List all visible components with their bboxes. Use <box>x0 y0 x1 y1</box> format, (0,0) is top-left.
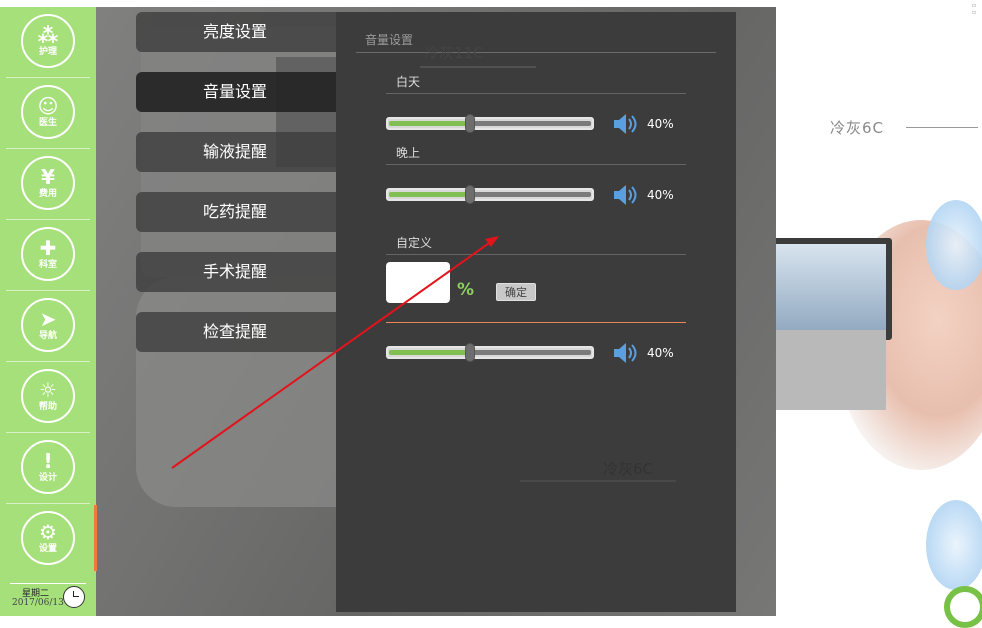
menu-item-brightness[interactable]: 亮度设置 <box>136 12 346 52</box>
sidebar-item-help[interactable]: ☼ 帮助 <box>0 364 96 435</box>
sidebar-item-label: 设置 <box>38 543 57 554</box>
nursing-icon: ⁂ 护理 <box>21 14 75 68</box>
sidebar-item-label: 帮助 <box>38 401 57 412</box>
sidebar-item-department[interactable]: ✚ 科室 <box>0 222 96 293</box>
slider-thumb[interactable] <box>465 185 475 204</box>
shield-icon: ! 设计 <box>21 440 75 494</box>
sidebar-divider <box>6 148 90 149</box>
night-volume-percent: 40% <box>647 188 674 202</box>
section-divider <box>386 254 686 255</box>
custom-volume-slider[interactable] <box>386 343 594 362</box>
menu-item-surgery-reminder[interactable]: 手术提醒 <box>136 252 346 292</box>
sidebar-item-label: 科室 <box>38 259 57 270</box>
slider-track <box>470 192 591 197</box>
ring-decoration <box>944 586 982 628</box>
section-divider <box>386 164 686 165</box>
slider-thumb[interactable] <box>465 114 475 133</box>
clock-icon <box>63 586 85 608</box>
sidebar-item-fees[interactable]: ¥ 费用 <box>0 151 96 222</box>
annotation-line-right <box>906 127 978 128</box>
day-volume-slider[interactable] <box>386 114 594 133</box>
annotation-label-right: 冷灰6C <box>830 119 885 137</box>
navigation-icon: ➤ 导航 <box>21 298 75 352</box>
bubble-decoration <box>926 500 982 590</box>
custom-percent-sign: % <box>457 280 475 300</box>
custom-volume-label: 自定义 <box>396 236 433 250</box>
menu-item-infusion-reminder[interactable]: 输液提醒 <box>136 132 346 172</box>
night-volume-slider[interactable] <box>386 185 594 204</box>
slider-thumb[interactable] <box>465 343 475 362</box>
annotation-label-11c: 冷灰11C <box>424 44 484 62</box>
sidebar-item-navigation[interactable]: ➤ 导航 <box>0 293 96 364</box>
panel-title-divider <box>356 52 716 53</box>
speaker-icon[interactable] <box>612 342 638 364</box>
active-indicator <box>94 505 97 571</box>
sidebar-divider <box>6 432 90 433</box>
sidebar-item-settings[interactable]: ⚙ 设置 <box>0 506 96 577</box>
sidebar-item-nursing[interactable]: ⁂ 护理 <box>0 9 96 80</box>
menu-item-volume[interactable]: 音量设置 <box>136 72 346 112</box>
slider-fill <box>389 192 470 197</box>
panel-title: 音量设置 <box>365 33 414 47</box>
slider-fill <box>389 350 470 355</box>
sidebar-divider <box>6 503 90 504</box>
menu-item-medicine-reminder[interactable]: 吃药提醒 <box>136 192 346 232</box>
section-divider <box>386 93 686 94</box>
sidebar-divider <box>6 361 90 362</box>
day-volume-label: 白天 <box>396 75 421 89</box>
day-volume-percent: 40% <box>647 117 674 131</box>
night-volume-label: 晚上 <box>396 146 421 160</box>
sidebar-divider <box>6 219 90 220</box>
monitor-image <box>776 238 892 340</box>
sidebar-item-label: 导航 <box>38 330 57 341</box>
sidebar-item-label: 设计 <box>38 472 57 483</box>
doctor-icon: ☺ 医生 <box>21 85 75 139</box>
slider-track <box>470 121 591 126</box>
date-time-area: 星期二 2017/06/13 <box>0 572 96 616</box>
decorative-right-image <box>776 0 982 623</box>
speaker-icon[interactable] <box>612 113 638 135</box>
annotation-label-6c: 冷灰6C <box>603 460 654 478</box>
department-icon: ✚ 科室 <box>21 227 75 281</box>
slider-fill <box>389 121 470 126</box>
sidebar-divider <box>6 77 90 78</box>
desk-image <box>776 330 886 410</box>
date-text: 2017/06/13 <box>12 598 64 608</box>
gear-icon: ⚙ 设置 <box>21 511 75 565</box>
volume-settings-panel: 音量设置 白天 40% 晚上 40% 自定义 % 确定 40% <box>336 12 736 612</box>
custom-volume-percent: 40% <box>647 346 674 360</box>
sidebar-item-design[interactable]: ! 设计 <box>0 435 96 506</box>
help-icon: ☼ 帮助 <box>21 369 75 423</box>
yuan-icon: ¥ 费用 <box>21 156 75 210</box>
sidebar-item-label: 护理 <box>38 46 57 57</box>
confirm-button[interactable]: 确定 <box>496 283 536 301</box>
sidebar-item-label: 费用 <box>38 188 57 199</box>
section-divider-accent <box>386 322 686 323</box>
custom-volume-input[interactable] <box>386 262 450 303</box>
sidebar-item-doctor[interactable]: ☺ 医生 <box>0 80 96 151</box>
sidebar: ⁂ 护理 ☺ 医生 ¥ 费用 ✚ 科室 ➤ 导航 ☼ 帮助 ! 设计 ⚙ 设置 <box>0 7 96 616</box>
menu-item-checkup-reminder[interactable]: 检查提醒 <box>136 312 346 352</box>
sidebar-divider <box>6 290 90 291</box>
bubble-decoration <box>926 200 982 290</box>
sidebar-item-label: 医生 <box>38 117 57 128</box>
speaker-icon[interactable] <box>612 184 638 206</box>
slider-track <box>470 350 591 355</box>
corner-marks: ▫ ▫ <box>972 2 977 16</box>
